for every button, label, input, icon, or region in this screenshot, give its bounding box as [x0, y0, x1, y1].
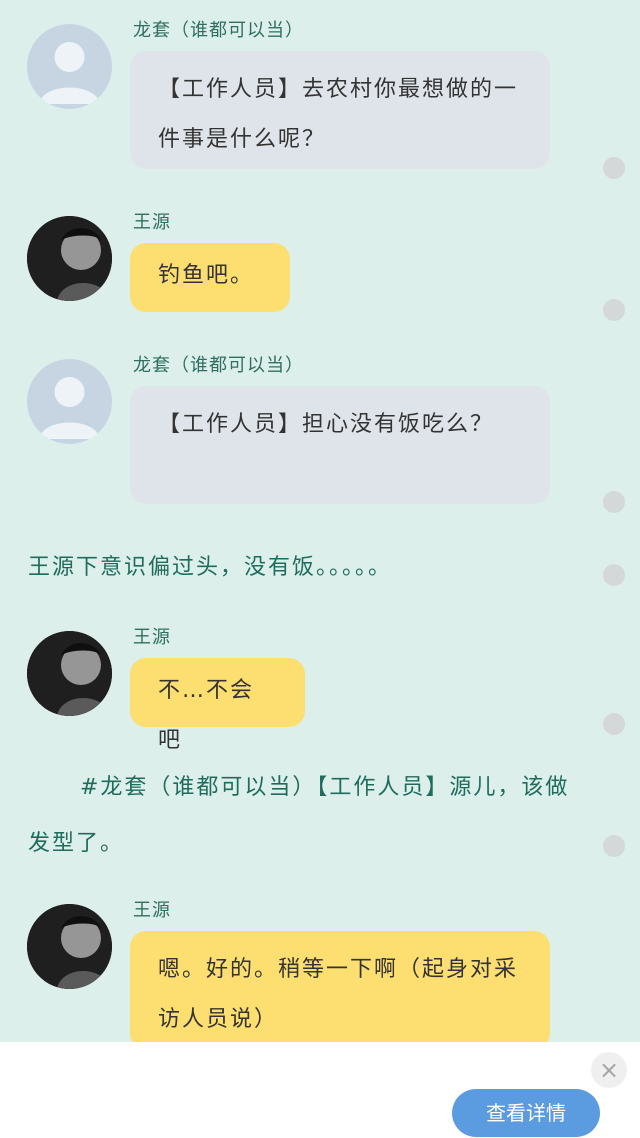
chat-scroll-area[interactable]: 龙套（谁都可以当） 【工作人员】去农村你最想做的一件事是什么呢？ 王源 钓鱼吧。… — [0, 0, 640, 1042]
person-silhouette-icon — [39, 377, 100, 439]
message-dot — [603, 491, 625, 513]
message-bubble: 钓鱼吧。 — [130, 243, 290, 312]
portrait-photo — [27, 216, 112, 301]
narration-text: 王源下意识偏过头，没有饭。。。。。 — [28, 555, 393, 580]
message-dot — [603, 835, 625, 857]
message-bubble: 【工作人员】担心没有饭吃么？ — [130, 386, 550, 504]
message-bubble: 不…不会吧 — [130, 658, 305, 753]
speaker-name: 龙套（谁都可以当） — [133, 20, 304, 41]
message-dot — [603, 299, 625, 321]
message-bubble: 【工作人员】去农村你最想做的一件事是什么呢？ — [130, 51, 550, 169]
wang-yuan-avatar — [27, 216, 112, 301]
wang-yuan-avatar — [27, 631, 112, 716]
close-icon[interactable]: × — [591, 1052, 627, 1088]
speaker-name: 龙套（谁都可以当） — [133, 355, 304, 376]
message-bubble: 嗯。好的。稍等一下啊（起身对采访人员说） — [130, 931, 550, 1042]
message-dot — [603, 157, 625, 179]
portrait-photo — [27, 631, 112, 716]
person-silhouette-icon — [39, 42, 100, 104]
wang-yuan-avatar — [27, 904, 112, 989]
view-details-button[interactable]: 查看详情 — [452, 1089, 600, 1137]
speaker-name: 王源 — [133, 900, 171, 921]
default-user-avatar — [27, 359, 112, 444]
message-dot — [603, 713, 625, 735]
message-dot — [603, 564, 625, 586]
speaker-name: 王源 — [133, 627, 171, 648]
portrait-photo — [27, 904, 112, 989]
default-user-avatar — [27, 24, 112, 109]
narration-text: #龙套（谁都可以当）【工作人员】源儿，该做发型了。 — [28, 775, 570, 856]
speaker-name: 王源 — [133, 212, 171, 233]
